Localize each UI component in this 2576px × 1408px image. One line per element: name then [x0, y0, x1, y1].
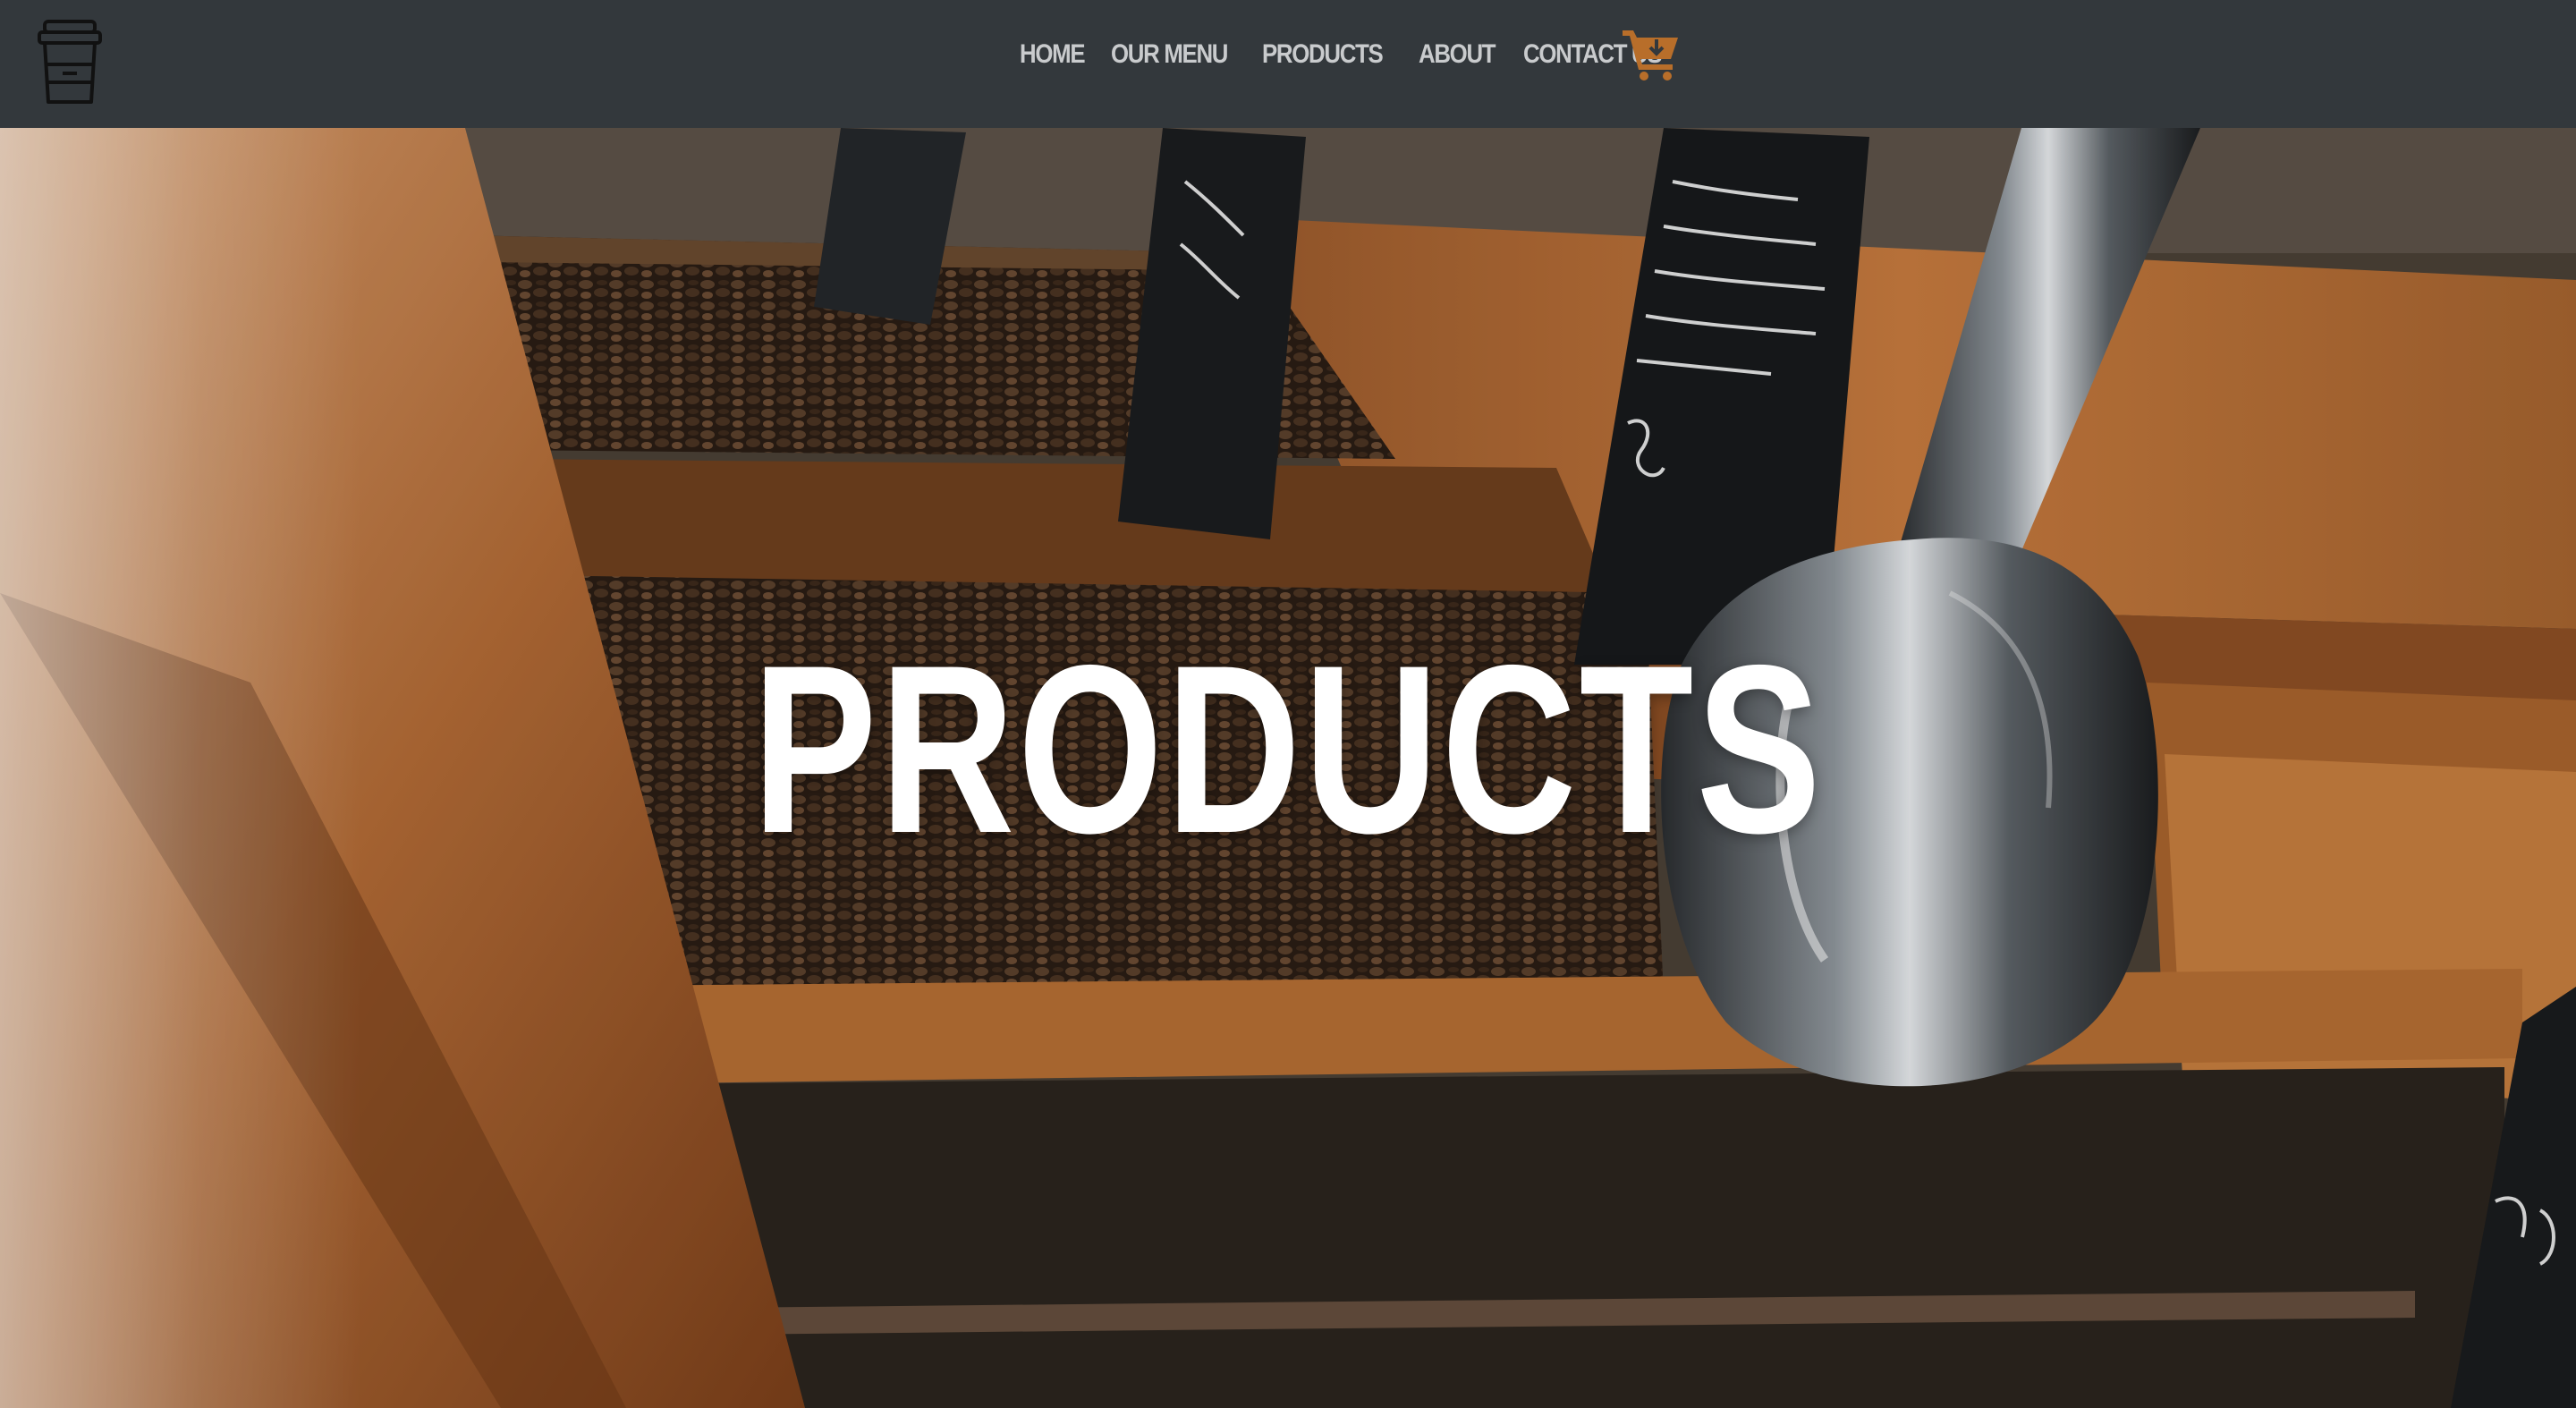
top-navbar: HOME OUR MENU PRODUCTS ABOUT CONTACT US: [0, 0, 2576, 128]
main-nav: HOME OUR MENU PRODUCTS ABOUT CONTACT US: [1020, 39, 1671, 70]
coffee-cup-icon[interactable]: [36, 18, 104, 107]
hero-banner: PRODUCTS: [0, 128, 2576, 1408]
nav-about-link[interactable]: ABOUT: [1419, 39, 1496, 70]
nav-our-menu-link[interactable]: OUR MENU: [1111, 39, 1228, 70]
hero-title: PRODUCTS: [752, 615, 1824, 883]
nav-home-link[interactable]: HOME: [1020, 39, 1086, 70]
shopping-cart-icon[interactable]: [1621, 27, 1682, 82]
nav-products-link[interactable]: PRODUCTS: [1262, 39, 1384, 70]
